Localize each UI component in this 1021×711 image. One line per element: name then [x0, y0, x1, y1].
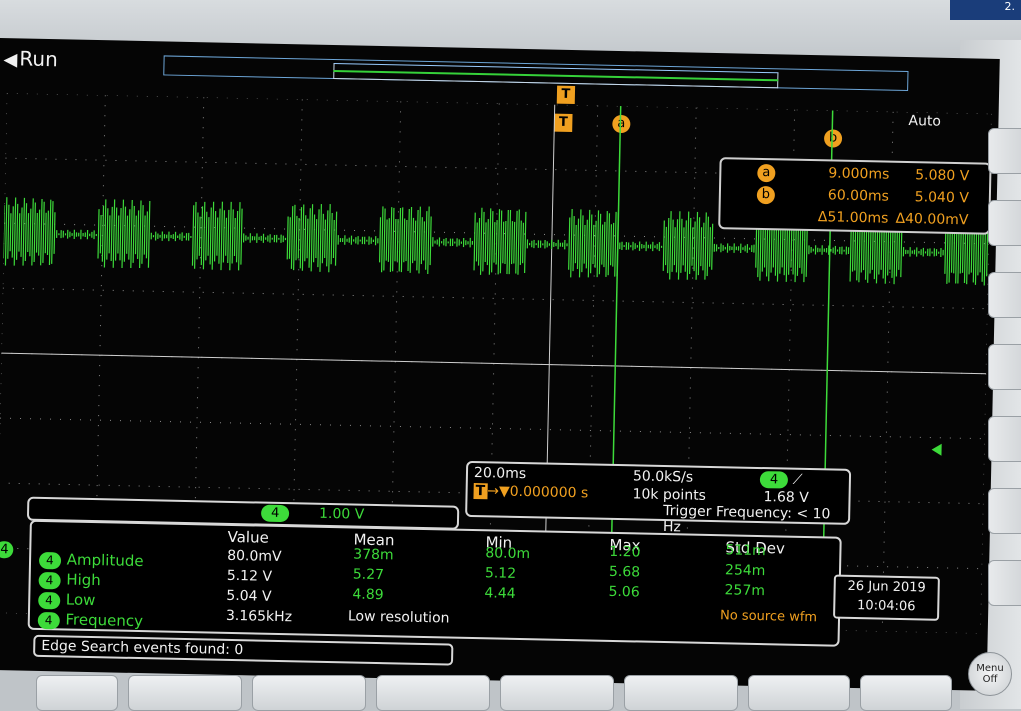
run-status[interactable]: ◀Run: [3, 46, 58, 71]
meas-name: Amplitude: [66, 550, 144, 571]
measurement-table[interactable]: Value Mean Min Max Std Dev 4 Amplitude 80…: [27, 519, 842, 647]
meas-low-std: 257m: [724, 582, 766, 600]
meas-name: Low: [65, 590, 96, 610]
cursor-delta-volt: Δ40.00mV: [895, 210, 969, 229]
meas-amplitude-max: 1.20: [609, 543, 641, 561]
meas-channel-badge: 4: [37, 611, 60, 630]
meas-high-std: 254m: [724, 562, 766, 580]
bezel-button-7[interactable]: [748, 675, 850, 711]
cursor-b-volt: 5.040 V: [914, 189, 970, 207]
bezel-button-8[interactable]: [860, 675, 952, 711]
date-label: 26 Jun 2019: [847, 578, 926, 596]
trigger-channel-badge: 4: [759, 471, 789, 489]
trigger-level: 1.68 V: [763, 489, 809, 507]
meas-low-max: 5.06: [608, 583, 640, 601]
meas-low-value: 5.04 V: [226, 587, 272, 605]
horizontal-scale: 20.0ms: [473, 465, 527, 483]
trigger-slope-icon: ⟋: [792, 471, 803, 488]
meas-amplitude-std: 511m: [725, 542, 766, 560]
bezel-button-3[interactable]: [252, 675, 366, 711]
meas-channel-badge: 4: [38, 551, 61, 570]
cursor-a-volt: 5.080 V: [915, 167, 970, 185]
horizontal-trigger-panel[interactable]: 20.0ms 50.0kS/s 4 ⟋ T →▼0.000000 s 10k po…: [465, 460, 852, 535]
menu-off-button[interactable]: Menu Off: [968, 652, 1012, 696]
menu-button-line2: Off: [982, 674, 998, 685]
meas-high-mean: 5.27: [352, 566, 385, 584]
meas-high-min: 5.12: [484, 565, 517, 582]
bezel-button-4[interactable]: [376, 675, 490, 711]
meas-channel-badge: 4: [38, 591, 61, 610]
time-label: 10:04:06: [856, 598, 916, 615]
channel-4-ground-badge: 4: [0, 541, 14, 559]
vertical-channel-badge: 4: [260, 504, 290, 523]
bezel-button-6[interactable]: [624, 675, 738, 711]
no-source-warning: No source wfm: [719, 608, 818, 626]
meas-low-mean: 4.89: [352, 586, 384, 604]
bezel-button-5[interactable]: [500, 675, 614, 711]
channel-4-ground-marker[interactable]: 4: [0, 538, 14, 559]
meas-amplitude-value: 80.0mV: [227, 547, 282, 566]
side-button-7[interactable]: [988, 560, 1021, 606]
record-length: 10k points: [632, 486, 707, 504]
side-button-6[interactable]: [988, 488, 1021, 534]
trigger-delay-icon: T: [473, 483, 488, 500]
meas-amplitude-mean: 378m: [353, 546, 394, 564]
side-button-4[interactable]: [988, 344, 1021, 390]
meas-frequency-value: 3.165kHz: [225, 607, 293, 626]
trigger-source-badge: 4 ⟋: [759, 471, 803, 489]
trigger-level-icon[interactable]: [931, 443, 942, 456]
corner-badge: 2.: [950, 0, 1021, 20]
edge-search-status: Edge Search events found: 0: [33, 634, 454, 666]
side-button-2[interactable]: [988, 200, 1021, 246]
run-arrow-icon: ◀: [3, 49, 18, 71]
sample-rate: 50.0kS/s: [632, 468, 694, 486]
side-button-3[interactable]: [988, 272, 1021, 318]
cursor-a-icon: a: [757, 163, 776, 183]
meas-name: High: [66, 570, 101, 590]
meas-name: Frequency: [65, 610, 144, 631]
meas-channel-badge: 4: [38, 571, 61, 590]
horizontal-position: T →▼0.000000 s: [473, 483, 589, 502]
side-button-1[interactable]: [988, 128, 1021, 174]
meas-row-low-label: 4 Low: [38, 590, 96, 610]
meas-frequency-mean: Low resolution: [347, 608, 450, 627]
vertical-scale-value: 1.00 V: [318, 505, 365, 523]
meas-high-value: 5.12 V: [226, 567, 273, 585]
cursor-b-icon: b: [756, 185, 776, 205]
date-time-display: 26 Jun 2019 10:04:06: [833, 574, 940, 621]
meas-row-frequency-label: 4 Frequency: [37, 610, 144, 631]
trigger-position-marker-top[interactable]: T: [556, 85, 576, 105]
meas-header-value: Value: [227, 527, 269, 547]
menu-button-line1: Menu: [976, 663, 1004, 674]
bezel-button-1[interactable]: [36, 675, 118, 711]
meas-row-amplitude-label: 4 Amplitude: [38, 550, 144, 571]
meas-amplitude-min: 80.0m: [485, 545, 531, 563]
oscilloscope-screen: ◀Run T T a b Auto a 9.000ms 5.080 V b 60…: [0, 38, 1000, 691]
side-button-5[interactable]: [988, 416, 1021, 462]
meas-high-max: 5.68: [608, 563, 641, 581]
meas-row-high-label: 4 High: [38, 570, 101, 590]
horizontal-position-value: 0.000000 s: [509, 483, 589, 502]
meas-low-min: 4.44: [484, 585, 516, 602]
bezel-button-2[interactable]: [128, 675, 242, 711]
center-horizontal-axis: [1, 352, 987, 375]
cursor-readout-panel[interactable]: a 9.000ms 5.080 V b 60.00ms 5.040 V Δ51.…: [718, 157, 992, 235]
run-label: Run: [19, 46, 59, 72]
